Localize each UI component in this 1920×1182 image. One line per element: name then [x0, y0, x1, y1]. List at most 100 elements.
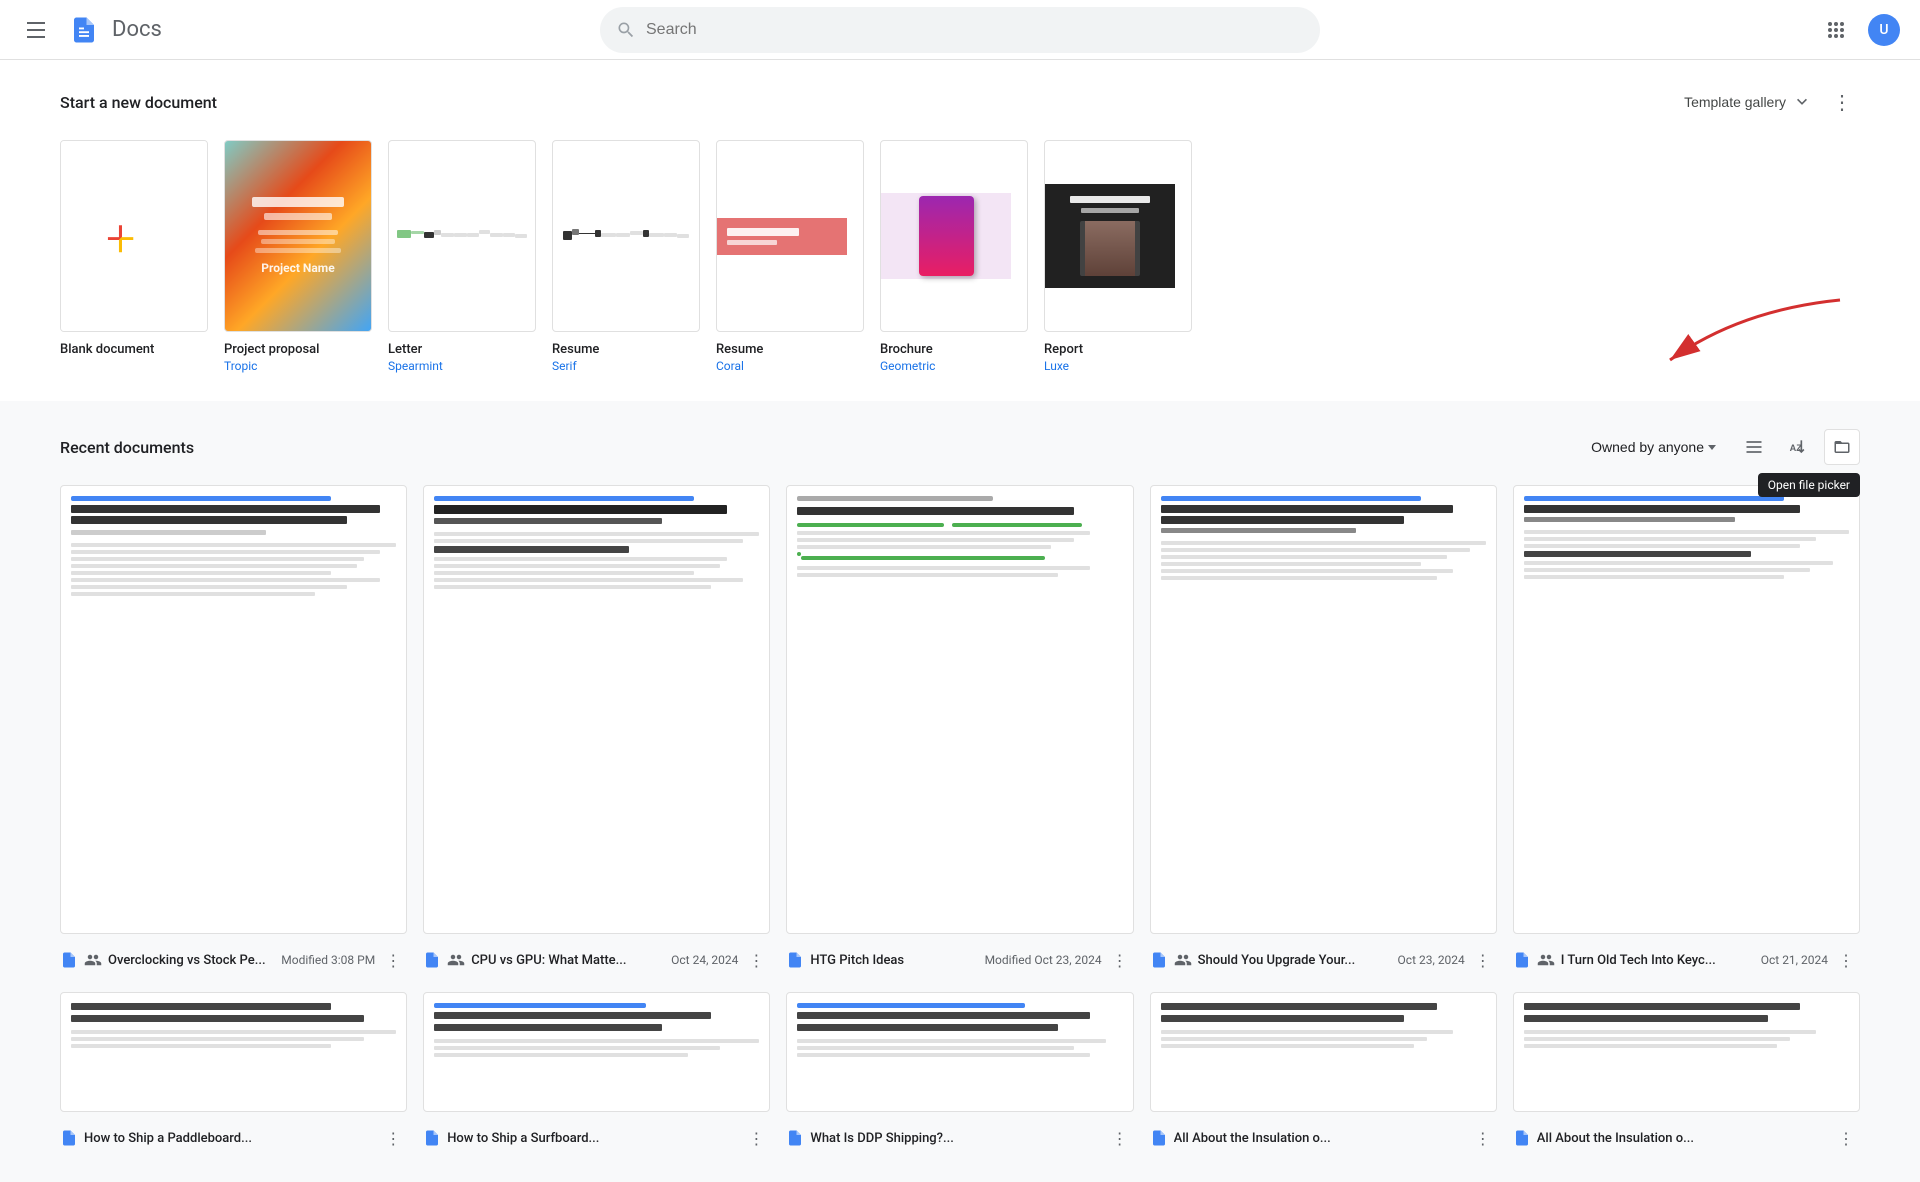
owned-by-label: Owned by anyone	[1591, 439, 1704, 455]
doc-item-8[interactable]: All About the Insulation o... ⋮	[1150, 992, 1497, 1154]
template-report[interactable]: Report Luxe	[1044, 140, 1192, 373]
doc-thumb-6	[423, 992, 770, 1112]
doc-date-4: Oct 21, 2024	[1761, 953, 1828, 967]
doc-item-1[interactable]: CPU vs GPU: What Matte... Oct 24, 2024 ⋮	[423, 485, 770, 976]
recent-section: Recent documents Owned by anyone AZ	[0, 401, 1920, 1182]
apps-grid-icon[interactable]	[1816, 10, 1856, 50]
doc-more-button-8[interactable]: ⋮	[1469, 1124, 1497, 1152]
doc-date-1: Oct 24, 2024	[671, 953, 738, 967]
template-report-name: Report	[1044, 342, 1083, 357]
doc-more-button-5[interactable]: ⋮	[379, 1124, 407, 1152]
doc-thumb-7	[786, 992, 1133, 1112]
new-doc-section: Start a new document Template gallery ⋮	[0, 60, 1920, 401]
doc-thumb-9	[1513, 992, 1860, 1112]
doc-info-left-7: What Is DDP Shipping?...	[786, 1129, 1105, 1147]
doc-item-7[interactable]: What Is DDP Shipping?... ⋮	[786, 992, 1133, 1154]
doc-file-icon-2	[786, 951, 804, 969]
template-brochure[interactable]: Brochure Geometric	[880, 140, 1028, 373]
doc-shared-icon-4	[1537, 951, 1555, 969]
doc-info-7: What Is DDP Shipping?... ⋮	[786, 1122, 1133, 1154]
templates-row: Blank document Project Name Project prop…	[60, 140, 1860, 373]
recent-controls: Owned by anyone AZ	[1579, 429, 1860, 465]
menu-icon[interactable]	[16, 10, 56, 50]
template-letter[interactable]: Letter Spearmint	[388, 140, 536, 373]
doc-info-0: Overclocking vs Stock Pe... Modified 3:0…	[60, 944, 407, 976]
doc-name-7: What Is DDP Shipping?...	[810, 1131, 953, 1146]
doc-file-icon-3	[1150, 951, 1168, 969]
doc-more-button-7[interactable]: ⋮	[1106, 1124, 1134, 1152]
doc-info-2: HTG Pitch Ideas Modified Oct 23, 2024 ⋮	[786, 944, 1133, 976]
owned-by-chevron	[1708, 445, 1716, 450]
template-resume-serif-thumb	[552, 140, 700, 332]
doc-info-left-5: How to Ship a Paddleboard...	[60, 1129, 379, 1147]
doc-info-left-4: I Turn Old Tech Into Keyc...	[1513, 951, 1761, 969]
template-resume-coral[interactable]: Resume Coral	[716, 140, 864, 373]
search-icon	[616, 20, 636, 40]
search-bar[interactable]	[600, 7, 1320, 53]
template-resume-coral-name: Resume	[716, 342, 763, 357]
documents-grid-row2: How to Ship a Paddleboard... ⋮	[60, 992, 1860, 1154]
doc-info-left-1: CPU vs GPU: What Matte...	[423, 951, 671, 969]
template-blank-name: Blank document	[60, 342, 154, 357]
template-letter-subname: Spearmint	[388, 359, 443, 373]
sort-az-button[interactable]: AZ	[1780, 429, 1816, 465]
doc-item-3[interactable]: Should You Upgrade Your... Oct 23, 2024 …	[1150, 485, 1497, 976]
template-resume-serif[interactable]: Resume Serif	[552, 140, 700, 373]
doc-more-button-1[interactable]: ⋮	[742, 946, 770, 974]
doc-name-4: I Turn Old Tech Into Keyc...	[1561, 953, 1716, 968]
list-view-button[interactable]	[1736, 429, 1772, 465]
doc-name-1: CPU vs GPU: What Matte...	[471, 953, 626, 968]
doc-thumb-0	[60, 485, 407, 934]
app-header: Docs U	[0, 0, 1920, 60]
doc-name-8: All About the Insulation o...	[1174, 1131, 1331, 1146]
doc-info-3: Should You Upgrade Your... Oct 23, 2024 …	[1150, 944, 1497, 976]
doc-more-button-0[interactable]: ⋮	[379, 946, 407, 974]
doc-more-button-2[interactable]: ⋮	[1106, 946, 1134, 974]
doc-shared-icon-3	[1174, 951, 1192, 969]
more-options-button[interactable]: ⋮	[1824, 84, 1860, 120]
doc-item-4[interactable]: I Turn Old Tech Into Keyc... Oct 21, 202…	[1513, 485, 1860, 976]
doc-item-0[interactable]: Overclocking vs Stock Pe... Modified 3:0…	[60, 485, 407, 976]
doc-more-button-4[interactable]: ⋮	[1832, 946, 1860, 974]
doc-file-icon-6	[423, 1129, 441, 1147]
doc-info-6: How to Ship a Surfboard... ⋮	[423, 1122, 770, 1154]
doc-item-2[interactable]: HTG Pitch Ideas Modified Oct 23, 2024 ⋮	[786, 485, 1133, 976]
template-blank[interactable]: Blank document	[60, 140, 208, 359]
doc-info-left-9: All About the Insulation o...	[1513, 1129, 1832, 1147]
template-project-name: Project proposal	[224, 342, 319, 357]
template-gallery-button[interactable]: Template gallery	[1676, 86, 1820, 118]
app-title: Docs	[112, 17, 162, 42]
doc-file-icon-1	[423, 951, 441, 969]
search-input[interactable]	[646, 21, 1304, 39]
doc-thumb-1	[423, 485, 770, 934]
doc-info-left-2: HTG Pitch Ideas	[786, 951, 984, 969]
template-brochure-name: Brochure	[880, 342, 933, 357]
doc-info-1: CPU vs GPU: What Matte... Oct 24, 2024 ⋮	[423, 944, 770, 976]
doc-more-button-3[interactable]: ⋮	[1469, 946, 1497, 974]
file-picker-container: Open file picker	[1824, 429, 1860, 465]
open-file-picker-button[interactable]	[1824, 429, 1860, 465]
doc-shared-icon-1	[447, 951, 465, 969]
folder-open-icon	[1833, 438, 1851, 456]
doc-thumb-2	[786, 485, 1133, 934]
doc-thumb-3	[1150, 485, 1497, 934]
doc-date-0: Modified 3:08 PM	[281, 953, 375, 967]
doc-thumb-5	[60, 992, 407, 1112]
template-resume-serif-name: Resume	[552, 342, 599, 357]
doc-item-9[interactable]: All About the Insulation o... ⋮	[1513, 992, 1860, 1154]
recent-title: Recent documents	[60, 438, 194, 457]
user-avatar-icon[interactable]: U	[1864, 10, 1904, 50]
owned-by-button[interactable]: Owned by anyone	[1579, 433, 1728, 461]
doc-more-button-6[interactable]: ⋮	[742, 1124, 770, 1152]
header-right: U	[1724, 10, 1904, 50]
template-project-proposal[interactable]: Project Name Project proposal Tropic	[224, 140, 372, 373]
template-brochure-subname: Geometric	[880, 359, 935, 373]
documents-grid: Overclocking vs Stock Pe... Modified 3:0…	[60, 485, 1860, 976]
doc-more-button-9[interactable]: ⋮	[1832, 1124, 1860, 1152]
doc-info-left-3: Should You Upgrade Your...	[1150, 951, 1398, 969]
doc-name-9: All About the Insulation o...	[1537, 1131, 1694, 1146]
doc-name-3: Should You Upgrade Your...	[1198, 953, 1356, 968]
doc-item-5[interactable]: How to Ship a Paddleboard... ⋮	[60, 992, 407, 1154]
doc-date-2: Modified Oct 23, 2024	[985, 953, 1102, 967]
doc-item-6[interactable]: How to Ship a Surfboard... ⋮	[423, 992, 770, 1154]
